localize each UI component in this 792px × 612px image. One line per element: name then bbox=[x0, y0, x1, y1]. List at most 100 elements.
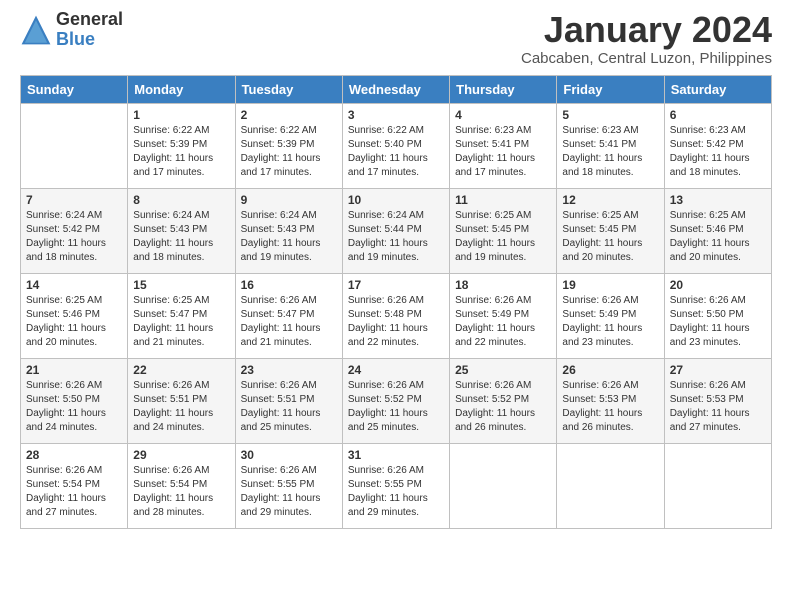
day-info: Sunrise: 6:25 AMSunset: 5:45 PMDaylight:… bbox=[562, 209, 658, 265]
day-number: 21 bbox=[26, 363, 122, 377]
header-row: SundayMondayTuesdayWednesdayThursdayFrid… bbox=[21, 75, 772, 103]
day-info: Sunrise: 6:26 AMSunset: 5:53 PMDaylight:… bbox=[562, 379, 658, 435]
calendar-cell: 20Sunrise: 6:26 AMSunset: 5:50 PMDayligh… bbox=[664, 273, 771, 358]
calendar-cell: 13Sunrise: 6:25 AMSunset: 5:46 PMDayligh… bbox=[664, 188, 771, 273]
calendar-table: SundayMondayTuesdayWednesdayThursdayFrid… bbox=[20, 75, 772, 529]
calendar-cell: 30Sunrise: 6:26 AMSunset: 5:55 PMDayligh… bbox=[235, 443, 342, 528]
calendar-header: SundayMondayTuesdayWednesdayThursdayFrid… bbox=[21, 75, 772, 103]
calendar-cell: 19 Sunrise: 6:26 AMSunset: 5:49 PMDayligh… bbox=[557, 273, 664, 358]
week-row-3: 14Sunrise: 6:25 AMSunset: 5:46 PMDayligh… bbox=[21, 273, 772, 358]
day-info: Sunrise: 6:26 AMSunset: 5:55 PMDaylight:… bbox=[348, 464, 444, 520]
day-info: Sunrise: 6:22 AMSunset: 5:39 PMDaylight:… bbox=[241, 124, 337, 180]
day-number: 5 bbox=[562, 108, 658, 122]
day-header-friday: Friday bbox=[557, 75, 664, 103]
calendar-cell: 18 Sunrise: 6:26 AMSunset: 5:49 PMDayligh… bbox=[450, 273, 557, 358]
day-number: 18 bbox=[455, 278, 551, 292]
day-number: 19 bbox=[562, 278, 658, 292]
day-number: 17 bbox=[348, 278, 444, 292]
calendar-cell: 8 Sunrise: 6:24 AMSunset: 5:43 PMDaylight… bbox=[128, 188, 235, 273]
calendar-body: 1 Sunrise: 6:22 AMSunset: 5:39 PMDaylight… bbox=[21, 103, 772, 528]
day-number: 31 bbox=[348, 448, 444, 462]
calendar-cell: 6 Sunrise: 6:23 AMSunset: 5:42 PMDaylight… bbox=[664, 103, 771, 188]
week-row-4: 21 Sunrise: 6:26 AMSunset: 5:50 PMDayligh… bbox=[21, 358, 772, 443]
calendar-cell bbox=[557, 443, 664, 528]
logo-general: General bbox=[56, 10, 123, 30]
day-info: Sunrise: 6:26 AMSunset: 5:54 PMDaylight:… bbox=[26, 464, 122, 520]
day-info: Sunrise: 6:26 AMSunset: 5:51 PMDaylight:… bbox=[241, 379, 337, 435]
day-info: Sunrise: 6:26 AMSunset: 5:49 PMDaylight:… bbox=[562, 294, 658, 350]
day-info: Sunrise: 6:24 AMSunset: 5:43 PMDaylight:… bbox=[241, 209, 337, 265]
day-header-saturday: Saturday bbox=[664, 75, 771, 103]
title-section: January 2024 Cabcaben, Central Luzon, Ph… bbox=[521, 10, 772, 67]
day-info: Sunrise: 6:26 AMSunset: 5:52 PMDaylight:… bbox=[348, 379, 444, 435]
day-info: Sunrise: 6:24 AMSunset: 5:42 PMDaylight:… bbox=[26, 209, 122, 265]
calendar-cell bbox=[21, 103, 128, 188]
day-number: 2 bbox=[241, 108, 337, 122]
day-info: Sunrise: 6:26 AMSunset: 5:50 PMDaylight:… bbox=[26, 379, 122, 435]
day-number: 28 bbox=[26, 448, 122, 462]
day-number: 15 bbox=[133, 278, 229, 292]
day-number: 7 bbox=[26, 193, 122, 207]
day-number: 12 bbox=[562, 193, 658, 207]
day-header-thursday: Thursday bbox=[450, 75, 557, 103]
day-number: 6 bbox=[670, 108, 766, 122]
calendar-cell: 9 Sunrise: 6:24 AMSunset: 5:43 PMDaylight… bbox=[235, 188, 342, 273]
day-number: 30 bbox=[241, 448, 337, 462]
logo-text: General Blue bbox=[56, 10, 123, 50]
calendar-cell: 17Sunrise: 6:26 AMSunset: 5:48 PMDayligh… bbox=[342, 273, 449, 358]
calendar-cell: 1 Sunrise: 6:22 AMSunset: 5:39 PMDaylight… bbox=[128, 103, 235, 188]
day-header-monday: Monday bbox=[128, 75, 235, 103]
calendar-cell bbox=[450, 443, 557, 528]
day-info: Sunrise: 6:22 AMSunset: 5:39 PMDaylight:… bbox=[133, 124, 229, 180]
calendar-cell: 2 Sunrise: 6:22 AMSunset: 5:39 PMDaylight… bbox=[235, 103, 342, 188]
calendar-cell: 21 Sunrise: 6:26 AMSunset: 5:50 PMDayligh… bbox=[21, 358, 128, 443]
day-info: Sunrise: 6:26 AMSunset: 5:54 PMDaylight:… bbox=[133, 464, 229, 520]
location: Cabcaben, Central Luzon, Philippines bbox=[521, 50, 772, 67]
day-info: Sunrise: 6:26 AMSunset: 5:47 PMDaylight:… bbox=[241, 294, 337, 350]
calendar-cell: 7 Sunrise: 6:24 AMSunset: 5:42 PMDaylight… bbox=[21, 188, 128, 273]
day-number: 29 bbox=[133, 448, 229, 462]
calendar-cell: 4 Sunrise: 6:23 AMSunset: 5:41 PMDaylight… bbox=[450, 103, 557, 188]
day-number: 9 bbox=[241, 193, 337, 207]
calendar-cell: 28 Sunrise: 6:26 AMSunset: 5:54 PMDayligh… bbox=[21, 443, 128, 528]
week-row-5: 28 Sunrise: 6:26 AMSunset: 5:54 PMDayligh… bbox=[21, 443, 772, 528]
calendar-cell: 5 Sunrise: 6:23 AMSunset: 5:41 PMDaylight… bbox=[557, 103, 664, 188]
day-number: 3 bbox=[348, 108, 444, 122]
day-info: Sunrise: 6:22 AMSunset: 5:40 PMDaylight:… bbox=[348, 124, 444, 180]
day-number: 24 bbox=[348, 363, 444, 377]
calendar-cell: 11Sunrise: 6:25 AMSunset: 5:45 PMDayligh… bbox=[450, 188, 557, 273]
calendar-cell: 14Sunrise: 6:25 AMSunset: 5:46 PMDayligh… bbox=[21, 273, 128, 358]
day-info: Sunrise: 6:26 AMSunset: 5:49 PMDaylight:… bbox=[455, 294, 551, 350]
calendar-cell: 24 Sunrise: 6:26 AMSunset: 5:52 PMDayligh… bbox=[342, 358, 449, 443]
day-number: 16 bbox=[241, 278, 337, 292]
calendar-cell: 23 Sunrise: 6:26 AMSunset: 5:51 PMDayligh… bbox=[235, 358, 342, 443]
day-info: Sunrise: 6:24 AMSunset: 5:43 PMDaylight:… bbox=[133, 209, 229, 265]
day-number: 8 bbox=[133, 193, 229, 207]
day-info: Sunrise: 6:23 AMSunset: 5:41 PMDaylight:… bbox=[455, 124, 551, 180]
day-header-sunday: Sunday bbox=[21, 75, 128, 103]
day-number: 23 bbox=[241, 363, 337, 377]
day-info: Sunrise: 6:23 AMSunset: 5:42 PMDaylight:… bbox=[670, 124, 766, 180]
day-number: 4 bbox=[455, 108, 551, 122]
day-number: 1 bbox=[133, 108, 229, 122]
calendar-cell: 12 Sunrise: 6:25 AMSunset: 5:45 PMDayligh… bbox=[557, 188, 664, 273]
week-row-1: 1 Sunrise: 6:22 AMSunset: 5:39 PMDaylight… bbox=[21, 103, 772, 188]
day-header-tuesday: Tuesday bbox=[235, 75, 342, 103]
day-info: Sunrise: 6:25 AMSunset: 5:46 PMDaylight:… bbox=[670, 209, 766, 265]
day-info: Sunrise: 6:26 AMSunset: 5:53 PMDaylight:… bbox=[670, 379, 766, 435]
general-blue-icon bbox=[20, 14, 52, 46]
calendar-cell: 31 Sunrise: 6:26 AMSunset: 5:55 PMDayligh… bbox=[342, 443, 449, 528]
logo: General Blue bbox=[20, 10, 123, 50]
day-info: Sunrise: 6:24 AMSunset: 5:44 PMDaylight:… bbox=[348, 209, 444, 265]
day-info: Sunrise: 6:23 AMSunset: 5:41 PMDaylight:… bbox=[562, 124, 658, 180]
day-number: 22 bbox=[133, 363, 229, 377]
page-header: General Blue January 2024 Cabcaben, Cent… bbox=[20, 10, 772, 67]
calendar-cell: 26Sunrise: 6:26 AMSunset: 5:53 PMDayligh… bbox=[557, 358, 664, 443]
week-row-2: 7 Sunrise: 6:24 AMSunset: 5:42 PMDaylight… bbox=[21, 188, 772, 273]
day-info: Sunrise: 6:26 AMSunset: 5:51 PMDaylight:… bbox=[133, 379, 229, 435]
day-number: 25 bbox=[455, 363, 551, 377]
calendar-cell: 16 Sunrise: 6:26 AMSunset: 5:47 PMDayligh… bbox=[235, 273, 342, 358]
day-number: 27 bbox=[670, 363, 766, 377]
day-number: 10 bbox=[348, 193, 444, 207]
calendar-cell bbox=[664, 443, 771, 528]
